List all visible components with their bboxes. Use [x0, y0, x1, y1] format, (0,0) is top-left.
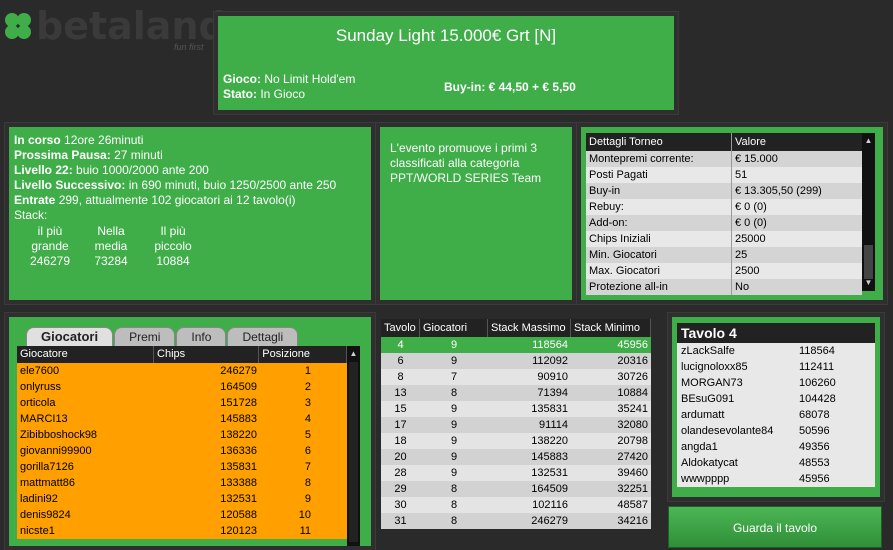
seat-row: wwwpppp 45956 — [677, 471, 875, 487]
details-table: Dettagli Torneo Valore Montepremi corren… — [586, 133, 862, 295]
seat-row: MORGAN73 106260 — [677, 375, 875, 391]
tab-info[interactable]: Info — [176, 327, 227, 346]
seat-row: ardumatt 68078 — [677, 407, 875, 423]
stack-smallest: Il più piccolo 10884 — [154, 224, 192, 268]
info-next-break: Prossima Pausa: 27 minuti — [14, 148, 163, 162]
details-row: Max. Giocatori 2500 — [586, 263, 862, 279]
selected-table-panel: Tavolo 4 zLackSalfe 118564 lucignoloxx85 1… — [668, 313, 884, 501]
tables-header-players[interactable]: Giocatori — [420, 319, 488, 337]
buyin-line: Buy-in: € 44,50 + € 5,50 — [444, 80, 576, 94]
tables-panel: Tavolo Giocatori Stack Massimo Stack Min… — [376, 313, 659, 542]
details-row: Montepremi corrente: € 15.000 — [586, 151, 862, 167]
info-next-level: Livello Successivo: in 690 minuti, buio … — [14, 178, 337, 192]
tournament-info-panel: In corso 12ore 26minuti Prossima Pausa: … — [5, 123, 375, 304]
player-row[interactable]: ladini92 132531 9 — [17, 491, 347, 507]
players-header-chips[interactable]: Chips — [154, 346, 260, 363]
info-stack-label: Stack: — [14, 208, 48, 222]
info-level: Livello 22: buio 1000/2000 ante 200 — [14, 163, 209, 177]
details-row: Chips Iniziali 25000 — [586, 231, 862, 247]
info-elapsed: In corso 12ore 26minuti — [14, 133, 144, 147]
selected-table-title: Tavolo 4 — [677, 323, 875, 343]
players-header-row: Giocatore Chips Posizione — [17, 346, 347, 363]
details-row: Rebuy: € 0 (0) — [586, 199, 862, 215]
details-rows: Montepremi corrente: € 15.000 Posti Pagat… — [586, 151, 862, 295]
tab-dettagli[interactable]: Dettagli — [227, 327, 299, 346]
table-row[interactable]: 28 9 132531 39460 — [381, 465, 651, 481]
seat-row: BEsuG091 104428 — [677, 391, 875, 407]
clover-logo-icon — [5, 13, 31, 39]
game-type-line: Gioco: No Limit Hold'em — [223, 72, 356, 86]
player-row[interactable]: MARCI13 145883 4 — [17, 411, 347, 427]
promo-panel: L'evento promuove i primi 3 classificati… — [376, 123, 576, 304]
scroll-down-icon[interactable]: ▼ — [862, 277, 875, 289]
details-row: Min. Giocatori 25 — [586, 247, 862, 263]
players-scroll-thumb[interactable] — [349, 362, 358, 542]
tournament-details-panel: Dettagli Torneo Valore Montepremi corren… — [577, 123, 887, 304]
tables-header-row: Tavolo Giocatori Stack Massimo Stack Min… — [381, 319, 651, 337]
promo-text: L'evento promuove i primi 3 classificati… — [390, 141, 542, 185]
player-row[interactable]: giovanni99900 136336 6 — [17, 443, 347, 459]
status-line: Stato: In Gioco — [223, 87, 306, 101]
details-row: Buy-in € 13.305,50 (299) — [586, 183, 862, 199]
table-row[interactable]: 30 8 102116 48587 — [381, 497, 651, 513]
details-row: Add-on: € 0 (0) — [586, 215, 862, 231]
seat-row: angda1 49356 — [677, 439, 875, 455]
info-entries: Entrate 299, attualmente 102 giocatori a… — [14, 193, 296, 207]
selected-table-list: Tavolo 4 zLackSalfe 118564 lucignoloxx85 1… — [677, 323, 875, 487]
tab-premi[interactable]: Premi — [114, 327, 176, 346]
details-scrollbar[interactable]: ▲ ▼ — [862, 133, 875, 291]
tables-table: Tavolo Giocatori Stack Massimo Stack Min… — [381, 319, 651, 529]
tables-header-max-stack[interactable]: Stack Massimo — [488, 319, 571, 337]
scroll-up-icon[interactable]: ▲ — [347, 348, 360, 360]
tables-rows: 4 9 118564 45956 6 9 112092 20316 8 7 90910 30726… — [381, 337, 651, 529]
table-row[interactable]: 31 8 246279 34216 — [381, 513, 651, 529]
players-tabs: Giocatori Premi Info Dettagli — [26, 327, 299, 346]
player-row[interactable]: ele7600 246279 1 — [17, 363, 347, 379]
player-row[interactable]: denis9824 120588 10 — [17, 507, 347, 523]
details-row: Posti Pagati 51 — [586, 167, 862, 183]
details-row: Protezione all-in No — [586, 279, 862, 295]
stack-largest: il più grande 246279 — [29, 224, 71, 268]
table-row[interactable]: 29 8 164509 32251 — [381, 481, 651, 497]
details-header-row: Dettagli Torneo Valore — [586, 133, 862, 151]
players-table: Giocatore Chips Posizione ele7600 246279 1… — [17, 346, 347, 539]
table-row[interactable]: 8 7 90910 30726 — [381, 369, 651, 385]
seat-row: zLackSalfe 118564 — [677, 343, 875, 359]
details-header-name[interactable]: Dettagli Torneo — [586, 133, 732, 151]
table-row[interactable]: 20 9 145883 27420 — [381, 449, 651, 465]
player-row[interactable]: gorilla7126 135831 7 — [17, 459, 347, 475]
seat-row: lucignoloxx85 112411 — [677, 359, 875, 375]
table-row[interactable]: 18 9 138220 20798 — [381, 433, 651, 449]
player-row[interactable]: Zibibboshock98 138220 5 — [17, 427, 347, 443]
player-row[interactable]: orticola 151728 3 — [17, 395, 347, 411]
seat-row: Aldokatycat 48553 — [677, 455, 875, 471]
tab-giocatori[interactable]: Giocatori — [26, 327, 114, 346]
tournament-header: Sunday Light 15.000€ Grt [N] Gioco: No L… — [214, 12, 678, 114]
player-row[interactable]: mattmatt86 133388 8 — [17, 475, 347, 491]
tables-header-table[interactable]: Tavolo — [381, 319, 420, 337]
players-scrollbar[interactable]: ▲ — [347, 346, 360, 546]
logo-tagline: fun first — [174, 42, 204, 52]
tables-header-min-stack[interactable]: Stack Minimo — [571, 319, 651, 337]
tournament-title: Sunday Light 15.000€ Grt [N] — [335, 26, 557, 45]
table-row[interactable]: 13 8 71394 10884 — [381, 385, 651, 401]
scroll-up-icon[interactable]: ▲ — [862, 135, 875, 147]
players-panel: Giocatori Premi Info Dettagli Giocatore … — [5, 313, 375, 550]
player-row[interactable]: onlyruss 164509 2 — [17, 379, 347, 395]
table-row[interactable]: 15 9 135831 35241 — [381, 401, 651, 417]
betaland-logo: betaland fun first — [0, 4, 226, 54]
players-header-position[interactable]: Posizione — [259, 346, 347, 363]
details-header-value[interactable]: Valore — [732, 133, 862, 151]
details-scroll-thumb[interactable] — [864, 245, 873, 279]
stack-average: Nella media 73284 — [94, 224, 128, 268]
table-row[interactable]: 6 9 112092 20316 — [381, 353, 651, 369]
table-row-selected[interactable]: 4 9 118564 45956 — [381, 337, 651, 353]
seat-row: olandesevolante84 50596 — [677, 423, 875, 439]
table-row[interactable]: 17 9 91114 32080 — [381, 417, 651, 433]
player-row[interactable]: nicste1 120123 11 — [17, 523, 347, 539]
players-header-player[interactable]: Giocatore — [17, 346, 155, 363]
